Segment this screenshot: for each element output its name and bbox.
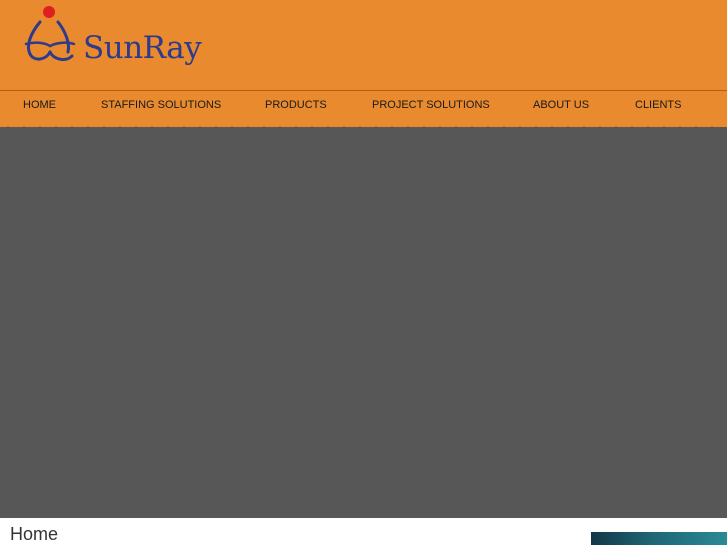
main-navigation: HOME STAFFING SOLUTIONS PRODUCTS PROJECT… <box>0 91 727 127</box>
hero-banner <box>0 127 727 518</box>
logo-wordmark: SunRay <box>83 30 202 66</box>
page-title: Home <box>10 524 59 544</box>
nav-item-project-solutions[interactable]: PROJECT SOLUTIONS <box>372 91 490 120</box>
nav-item-home[interactable]: HOME <box>23 91 56 120</box>
nav-decorative-dots <box>0 125 727 129</box>
nav-item-about-us[interactable]: ABOUT US <box>533 91 589 120</box>
side-image-thumbnail <box>591 532 727 545</box>
sunray-logo[interactable]: SunRay <box>20 2 205 74</box>
site-header: SunRay <box>0 0 727 90</box>
nav-item-products[interactable]: PRODUCTS <box>265 91 327 120</box>
nav-item-clients[interactable]: CLIENTS <box>635 91 681 120</box>
sunray-logo-mark-icon <box>24 6 76 61</box>
nav-item-staffing-solutions[interactable]: STAFFING SOLUTIONS <box>101 91 221 120</box>
